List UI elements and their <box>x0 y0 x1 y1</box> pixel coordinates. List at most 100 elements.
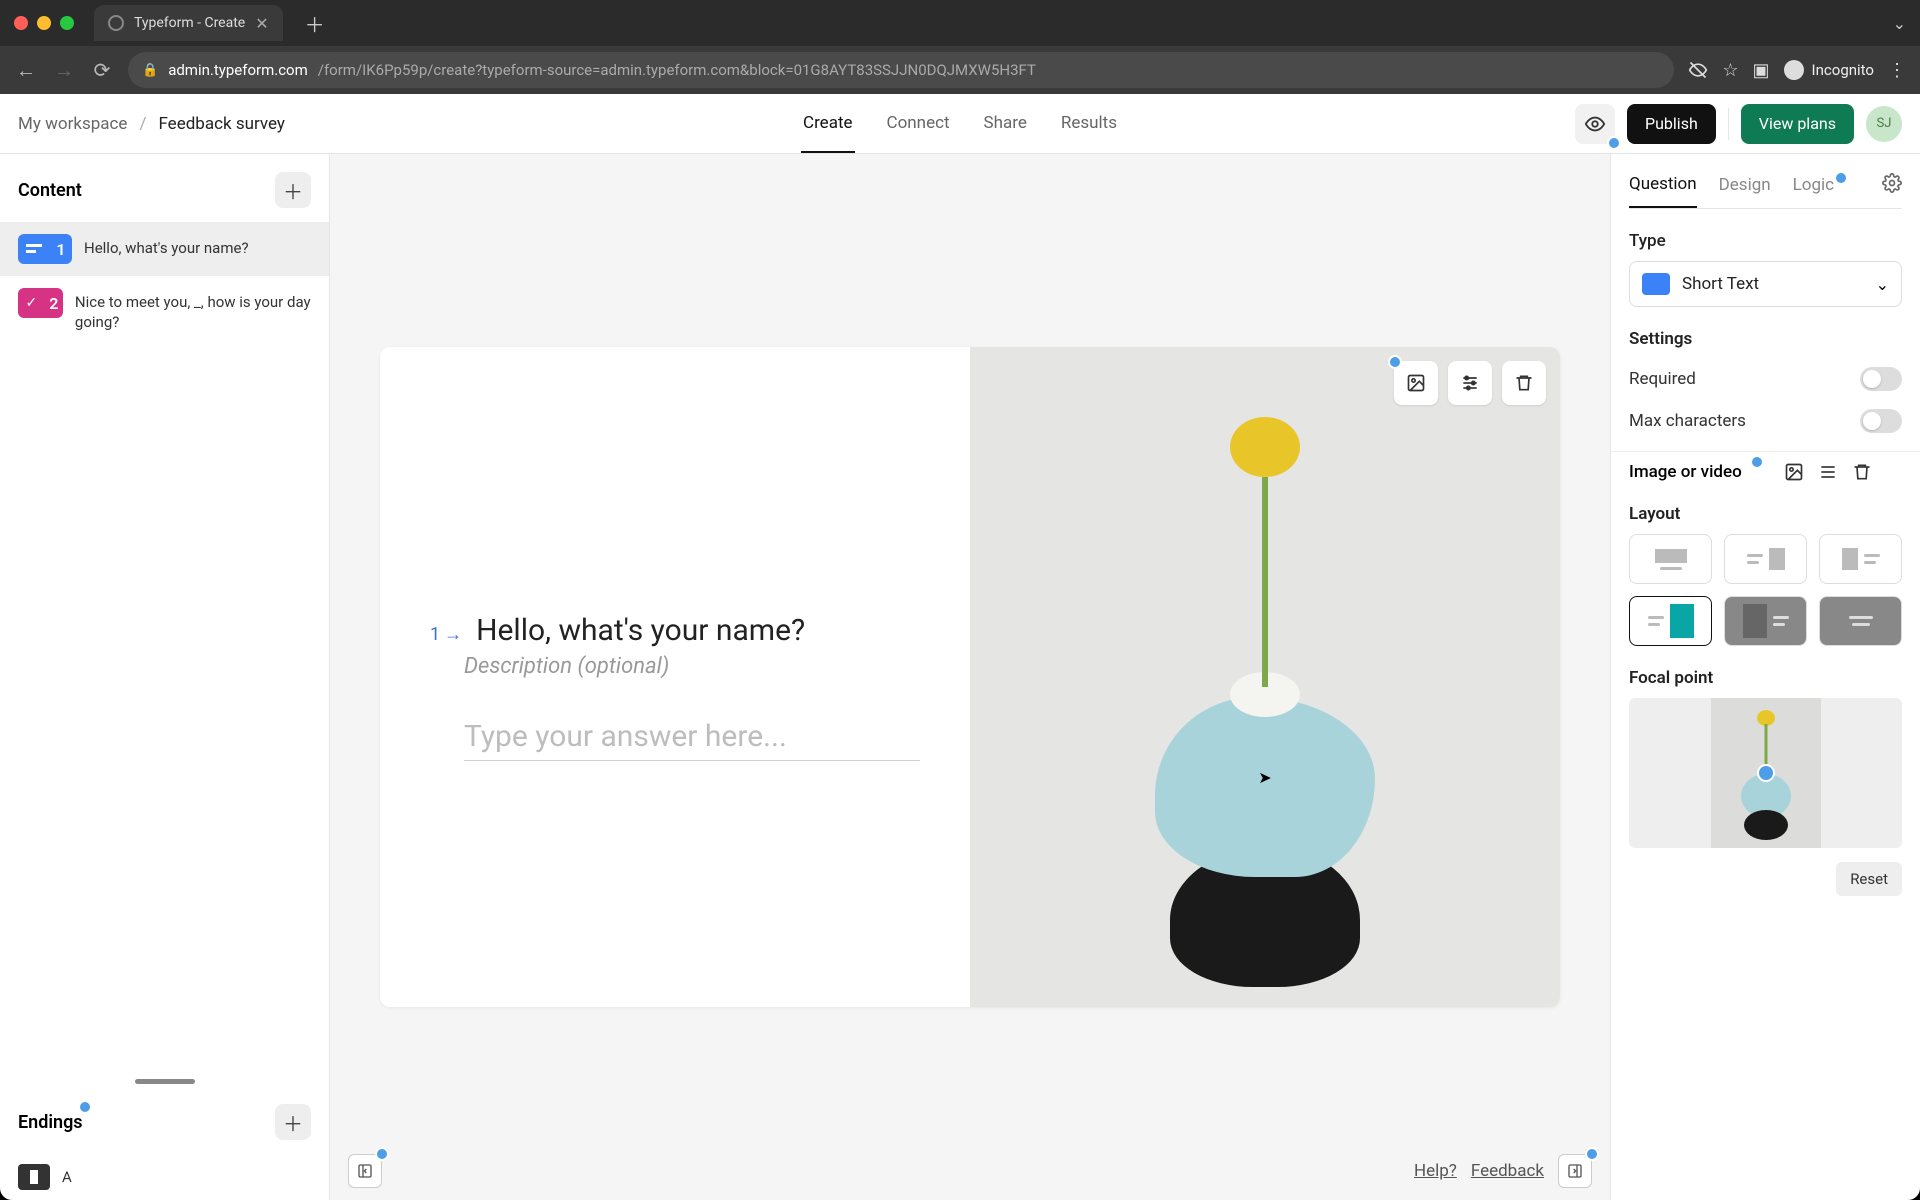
feedback-link[interactable]: Feedback <box>1471 1161 1544 1181</box>
ending-item[interactable]: A <box>0 1154 329 1200</box>
setting-max-label: Max characters <box>1629 411 1746 431</box>
url-field[interactable]: 🔒 admin.typeform.com/form/IK6Pp59p/creat… <box>128 52 1674 88</box>
layout-opt-6[interactable] <box>1819 596 1902 646</box>
delete-media-button[interactable] <box>1852 462 1872 482</box>
forward-icon[interactable]: → <box>52 58 76 83</box>
answer-input[interactable]: Type your answer here... <box>464 719 920 761</box>
pulse-dot-icon <box>1585 1147 1599 1161</box>
tab-create[interactable]: Create <box>801 95 855 153</box>
incognito-indicator[interactable]: Incognito <box>1784 60 1874 80</box>
tabs-overflow-icon[interactable]: ⌄ <box>1893 14 1906 33</box>
app-topbar: My workspace / Feedback survey Create Co… <box>0 94 1920 154</box>
add-content-button[interactable]: ＋ <box>275 172 311 208</box>
reset-button[interactable]: Reset <box>1836 862 1902 896</box>
eye-icon <box>1584 113 1606 135</box>
tab-question[interactable]: Question <box>1629 168 1697 208</box>
browser-tab[interactable]: Typeform - Create ✕ <box>94 5 283 41</box>
tab-share[interactable]: Share <box>982 95 1029 153</box>
type-value: Short Text <box>1682 274 1864 294</box>
type-select[interactable]: Short Text ⌄ <box>1629 261 1902 307</box>
required-toggle[interactable] <box>1860 367 1902 391</box>
pulse-dot-icon <box>1750 455 1764 469</box>
browser-chrome: Typeform - Create ✕ ＋ ⌄ ← → ⟳ 🔒 admin.ty… <box>0 0 1920 94</box>
minimize-window-icon[interactable] <box>37 16 51 30</box>
kebab-menu-icon[interactable]: ⋮ <box>1888 60 1906 81</box>
layout-opt-1[interactable] <box>1629 534 1712 584</box>
max-characters-toggle[interactable] <box>1860 409 1902 433</box>
extensions-icon[interactable]: ▣ <box>1753 60 1770 81</box>
collapse-right-button[interactable] <box>1558 1154 1592 1188</box>
question-text: Nice to meet you, _, how is your day goi… <box>75 288 311 333</box>
canvas-footer: Help? Feedback <box>330 1154 1610 1188</box>
layout-grid <box>1629 534 1902 646</box>
settings-gear-button[interactable] <box>1882 173 1902 203</box>
avatar-initials: SJ <box>1877 116 1892 131</box>
tab-title: Typeform - Create <box>134 15 245 31</box>
question-item-2[interactable]: ✓ 2 Nice to meet you, _, how is your day… <box>0 276 329 345</box>
short-text-icon <box>1642 273 1670 295</box>
type-label: Type <box>1629 231 1902 251</box>
close-tab-icon[interactable]: ✕ <box>255 14 268 33</box>
publish-button[interactable]: Publish <box>1627 104 1716 144</box>
tab-logic[interactable]: Logic <box>1793 169 1834 207</box>
setting-max-characters: Max characters <box>1629 409 1902 433</box>
focal-point-handle[interactable] <box>1757 764 1775 782</box>
eye-off-icon[interactable] <box>1688 60 1708 80</box>
tab-design[interactable]: Design <box>1719 169 1771 207</box>
close-window-icon[interactable] <box>14 16 28 30</box>
pulse-dot-icon <box>375 1147 389 1161</box>
star-icon[interactable]: ☆ <box>1722 60 1738 81</box>
collapse-left-button[interactable] <box>348 1154 382 1188</box>
right-tabs: Question Design Logic <box>1629 168 1902 209</box>
avatar[interactable]: SJ <box>1866 106 1902 142</box>
maximize-window-icon[interactable] <box>60 16 74 30</box>
left-sidebar: Content ＋ 1 Hello, what's your name? ✓ 2… <box>0 154 330 1200</box>
url-host: admin.typeform.com <box>168 61 308 79</box>
layout-opt-3[interactable] <box>1819 534 1902 584</box>
favicon-icon <box>108 15 124 31</box>
breadcrumb-separator: / <box>139 114 146 134</box>
add-image-button[interactable] <box>1784 462 1804 482</box>
view-plans-button[interactable]: View plans <box>1741 104 1854 144</box>
publish-label: Publish <box>1645 114 1698 133</box>
help-link[interactable]: Help? <box>1414 1161 1457 1181</box>
breadcrumb-current[interactable]: Feedback survey <box>158 114 285 134</box>
settings-label: Settings <box>1629 329 1902 349</box>
question-number: 1 <box>50 240 72 259</box>
layout-opt-4[interactable] <box>1629 596 1712 646</box>
address-bar: ← → ⟳ 🔒 admin.typeform.com/form/IK6Pp59p… <box>0 46 1920 94</box>
layout-label: Layout <box>1629 504 1902 524</box>
adjust-media-button[interactable] <box>1818 462 1838 482</box>
setting-required-label: Required <box>1629 369 1696 389</box>
pulse-dot-icon <box>1834 171 1848 185</box>
question-badge: ✓ 2 <box>18 288 63 318</box>
layout-opt-2[interactable] <box>1724 534 1807 584</box>
question-title-input[interactable]: Hello, what's your name? <box>476 613 805 648</box>
tab-results[interactable]: Results <box>1059 95 1119 153</box>
layout-opt-5[interactable] <box>1724 596 1807 646</box>
content-title: Content <box>18 180 82 201</box>
question-index: 1 → <box>430 624 462 645</box>
breadcrumb-workspace[interactable]: My workspace <box>18 114 127 134</box>
arrow-right-icon: → <box>444 624 462 645</box>
drag-handle[interactable] <box>135 1079 195 1084</box>
preview-button[interactable] <box>1575 104 1615 144</box>
tab-connect[interactable]: Connect <box>885 95 952 153</box>
back-icon[interactable]: ← <box>14 58 38 83</box>
reload-icon[interactable]: ⟳ <box>90 58 114 82</box>
app: My workspace / Feedback survey Create Co… <box>0 94 1920 1200</box>
panel-left-icon <box>357 1163 373 1179</box>
add-ending-button[interactable]: ＋ <box>275 1104 311 1140</box>
question-item-1[interactable]: 1 Hello, what's your name? <box>0 222 329 276</box>
sliders-icon <box>1818 462 1838 482</box>
new-tab-button[interactable]: ＋ <box>301 9 329 37</box>
ending-icon <box>18 1164 50 1190</box>
question-text: Hello, what's your name? <box>84 234 249 258</box>
question-description-input[interactable]: Description (optional) <box>464 654 920 679</box>
right-sidebar: Question Design Logic Type Short Text ⌄ … <box>1610 154 1920 1200</box>
short-text-icon <box>18 244 50 254</box>
question-index-num: 1 <box>430 624 440 645</box>
canvas: 1 → Hello, what's your name? Description… <box>330 154 1610 1200</box>
question-badge: 1 <box>18 234 72 264</box>
focal-point-editor[interactable] <box>1629 698 1902 848</box>
